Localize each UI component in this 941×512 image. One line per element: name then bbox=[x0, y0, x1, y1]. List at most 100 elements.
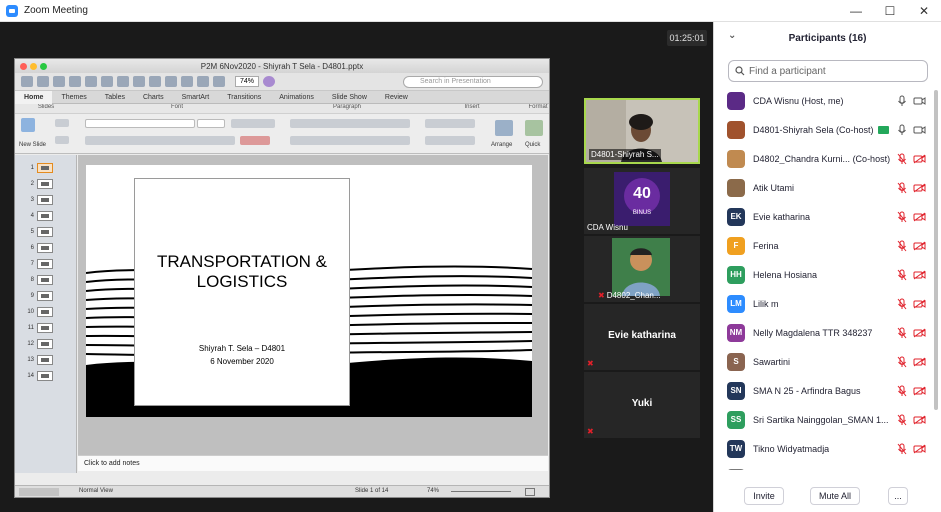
participant-row[interactable]: HH Helena Hosiana bbox=[714, 260, 941, 289]
ppt-ribbon-body: New Slide Arrange Quick bbox=[15, 114, 549, 154]
muted-mic-icon: ✖ bbox=[587, 359, 594, 368]
video-off-icon[interactable] bbox=[913, 212, 926, 222]
font-name-box bbox=[85, 119, 195, 128]
ppt-ribbon-groups: Slides Font Paragraph Insert Format bbox=[15, 104, 549, 114]
participants-header: ⌄ Participants (16) bbox=[714, 22, 941, 54]
slide-number: 13 bbox=[27, 357, 34, 363]
participant-name: Evie katharina bbox=[753, 211, 811, 222]
participant-row[interactable]: LM Lilik m bbox=[714, 289, 941, 318]
mic-icon[interactable] bbox=[897, 95, 907, 107]
video-off-icon[interactable] bbox=[913, 270, 926, 280]
group-paragraph: Paragraph bbox=[332, 104, 362, 110]
slide-thumb: 8 bbox=[15, 273, 75, 287]
video-off-icon[interactable] bbox=[913, 299, 926, 309]
video-camera-icon[interactable] bbox=[913, 96, 926, 106]
mute-all-button[interactable]: Mute All bbox=[810, 487, 860, 505]
video-tile-chandra[interactable]: ✖ D4802_Chan... bbox=[584, 236, 700, 302]
slide-title-box: TRANSPORTATION & LOGISTICS Shiyrah T. Se… bbox=[134, 178, 350, 406]
invite-button[interactable]: Invite bbox=[744, 487, 784, 505]
muted-mic-icon[interactable] bbox=[897, 385, 907, 397]
view-buttons-icon bbox=[19, 488, 59, 496]
slide-number: 12 bbox=[27, 341, 34, 347]
muted-mic-icon[interactable] bbox=[897, 327, 907, 339]
muted-mic-icon[interactable] bbox=[897, 443, 907, 455]
participant-row[interactable]: EK Evie katharina bbox=[714, 202, 941, 231]
status-zoom: 74% bbox=[427, 488, 440, 494]
gallery-icon bbox=[37, 76, 49, 87]
muted-mic-icon[interactable] bbox=[897, 414, 907, 426]
font-size-box bbox=[197, 119, 225, 128]
participant-row[interactable]: D4802_Chandra Kurni... (Co-host) bbox=[714, 144, 941, 173]
fit-window-icon bbox=[525, 488, 535, 496]
slide-thumb-image bbox=[37, 195, 53, 205]
participant-row[interactable]: TW Tikno Widyatmadja bbox=[714, 434, 941, 463]
ribbon-tab-home: Home bbox=[15, 90, 53, 104]
slide-number: 4 bbox=[30, 213, 34, 219]
group-slides: Slides bbox=[37, 104, 55, 110]
shared-powerpoint-window: P2M 6Nov2020 - Shiyrah T Sela - D4801.pp… bbox=[14, 58, 550, 498]
new-slide-label: New Slide bbox=[19, 142, 47, 148]
mic-icon[interactable] bbox=[897, 124, 907, 136]
participant-row[interactable]: F Ferina bbox=[714, 231, 941, 260]
collapse-chevron-icon[interactable]: ⌄ bbox=[728, 30, 736, 41]
slide-number: 14 bbox=[27, 373, 34, 379]
font-size-buttons-icon bbox=[231, 119, 275, 128]
muted-mic-icon[interactable] bbox=[897, 240, 907, 252]
avatar: EK bbox=[727, 207, 745, 226]
video-tile-cda-wisnu[interactable]: 40 BINUS CDA Wisnu bbox=[584, 168, 700, 234]
video-off-icon[interactable] bbox=[913, 415, 926, 425]
video-off-icon[interactable] bbox=[913, 241, 926, 251]
minimize-button[interactable]: — bbox=[839, 0, 873, 22]
participant-row[interactable]: Wiwi Hesawati bbox=[714, 463, 941, 470]
svg-text:40: 40 bbox=[633, 185, 651, 202]
slide-thumb-image bbox=[37, 243, 53, 253]
scrollbar-thumb[interactable] bbox=[934, 90, 938, 410]
save-icon bbox=[69, 76, 81, 87]
muted-mic-icon[interactable] bbox=[897, 211, 907, 223]
slide-subtitle-line1: Shiyrah T. Sela – D4801 bbox=[198, 344, 286, 353]
video-off-icon[interactable] bbox=[913, 328, 926, 338]
more-options-button[interactable]: ... bbox=[888, 487, 908, 505]
video-tile-evie[interactable]: Evie katharina ✖ bbox=[584, 304, 700, 370]
video-off-icon[interactable] bbox=[913, 444, 926, 454]
ppt-status-bar: Normal View Slide 1 of 14 74% bbox=[15, 485, 549, 497]
paste-icon bbox=[133, 76, 145, 87]
close-button[interactable]: ✕ bbox=[907, 0, 941, 22]
video-camera-icon[interactable] bbox=[913, 125, 926, 135]
video-off-icon[interactable] bbox=[913, 183, 926, 193]
video-off-icon[interactable] bbox=[913, 357, 926, 367]
participant-row[interactable]: S Sawartini bbox=[714, 347, 941, 376]
muted-mic-icon[interactable] bbox=[897, 269, 907, 281]
participant-row[interactable]: SN SMA N 25 - Arfindra Bagus bbox=[714, 376, 941, 405]
paragraph-align-icons bbox=[290, 136, 410, 145]
maximize-button[interactable]: ☐ bbox=[873, 0, 907, 22]
group-font: Font bbox=[170, 104, 183, 110]
participant-row[interactable]: NM Nelly Magdalena TTR 348237 bbox=[714, 318, 941, 347]
participant-row[interactable]: Atik Utami bbox=[714, 173, 941, 202]
video-tile-yuki[interactable]: Yuki ✖ bbox=[584, 372, 700, 438]
svg-text:BINUS: BINUS bbox=[633, 210, 651, 216]
participant-row[interactable]: CDA Wisnu (Host, me) bbox=[714, 86, 941, 115]
ribbon-tab-tables: Tables bbox=[104, 93, 125, 101]
video-off-icon[interactable] bbox=[913, 386, 926, 396]
muted-mic-icon[interactable] bbox=[897, 356, 907, 368]
quick-styles-icon bbox=[525, 120, 543, 136]
muted-mic-icon[interactable] bbox=[897, 298, 907, 310]
slide-number: 7 bbox=[30, 261, 34, 267]
muted-mic-icon[interactable] bbox=[897, 153, 907, 165]
group-format: Format bbox=[528, 104, 548, 110]
participant-search-input[interactable]: Find a participant bbox=[728, 60, 928, 82]
participant-row[interactable]: SS Sri Sartika Nainggolan_SMAN 1... bbox=[714, 405, 941, 434]
shared-screen-area: 01:25:01 P2M 6Nov2020 - Shiyrah T Sela -… bbox=[0, 22, 713, 512]
video-tile-shiyrah[interactable]: D4801-Shiyrah S... bbox=[584, 98, 700, 164]
participant-list: CDA Wisnu (Host, me) D4801-Shiyrah Sela (… bbox=[714, 86, 941, 470]
slide-number: 9 bbox=[30, 293, 34, 299]
format-painter-icon bbox=[149, 76, 161, 87]
muted-mic-icon[interactable] bbox=[897, 182, 907, 194]
video-off-icon[interactable] bbox=[913, 154, 926, 164]
slide-thumb: 10 bbox=[15, 305, 75, 319]
arrange-icon bbox=[495, 120, 513, 136]
slide-thumbnail-pane: 1 2 3 4 5 6 7 8 9 10 11 12 13 14 bbox=[15, 155, 77, 473]
participant-row[interactable]: D4801-Shiyrah Sela (Co-host) bbox=[714, 115, 941, 144]
participant-list-scrollbar[interactable] bbox=[933, 86, 939, 470]
